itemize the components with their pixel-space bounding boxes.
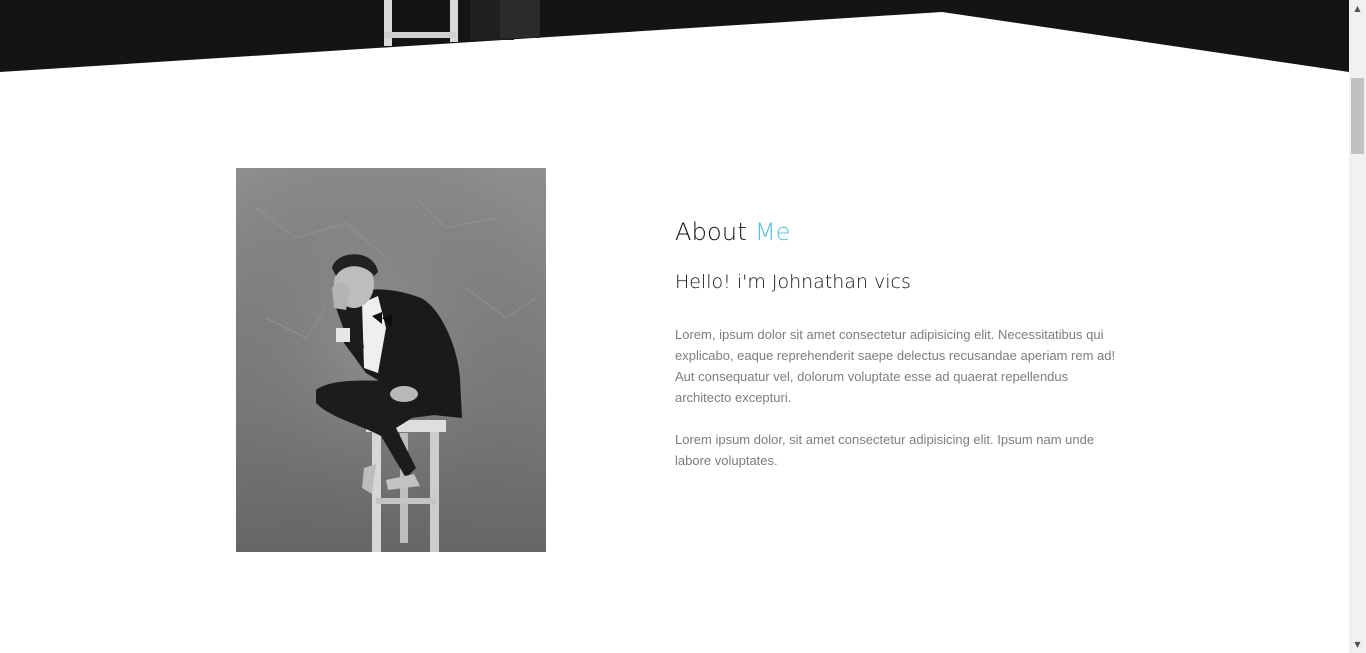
about-paragraph-1: Lorem, ipsum dolor sit amet consectetur … [675, 327, 1116, 405]
about-greeting: Hello! i'm Johnathan vics [675, 271, 911, 293]
page-viewport: About Me Hello! i'm Johnathan vics Lorem… [0, 0, 1349, 653]
about-title: About Me [675, 214, 1120, 250]
scrollbar-thumb[interactable] [1351, 78, 1364, 154]
vertical-scrollbar[interactable]: ▲ ▼ [1349, 0, 1366, 653]
about-title-accent: Me [754, 218, 791, 246]
scroll-down-arrow-icon[interactable]: ▼ [1349, 636, 1366, 653]
hero-banner-bottom [0, 0, 1349, 74]
about-paragraph-2: Lorem ipsum dolor, sit amet consectetur … [675, 432, 1095, 468]
scroll-up-arrow-icon[interactable]: ▲ [1349, 0, 1366, 17]
about-portrait-image [236, 168, 546, 552]
about-title-prefix: About [675, 218, 747, 246]
hero-slanted-divider [0, 0, 1349, 72]
about-text-block: About Me Hello! i'm Johnathan vics Lorem… [675, 214, 1120, 471]
